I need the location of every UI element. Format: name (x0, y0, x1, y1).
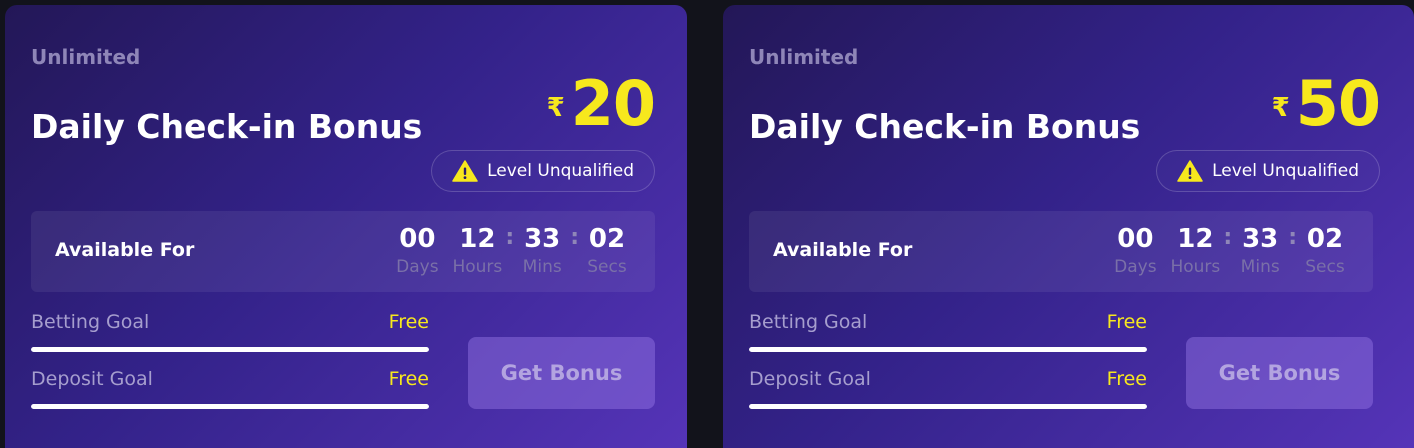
availability-panel: Available For 00 Days 12 Hours : 33 Mins… (749, 211, 1373, 292)
timer-hours-value: 12 (1177, 224, 1214, 254)
deposit-goal-progress-bar (31, 404, 429, 409)
timer-secs: 02 Secs (581, 225, 633, 277)
betting-goal-progress-fill (31, 347, 429, 352)
currency-symbol: ₹ (546, 93, 565, 123)
betting-goal-value: Free (1106, 311, 1147, 333)
countdown-timer: 00 Days 12 Hours : 33 Mins : 02 Secs (1109, 225, 1351, 277)
bonus-title: Daily Check-in Bonus (31, 107, 423, 146)
currency-symbol: ₹ (1271, 93, 1290, 123)
deposit-goal-label: Deposit Goal (749, 368, 871, 390)
betting-goal-label: Betting Goal (749, 311, 868, 333)
betting-goal-value: Free (388, 311, 429, 333)
timer-mins-label: Mins (522, 256, 562, 277)
timer-mins: 33 Mins (516, 225, 568, 277)
deposit-goal-progress-fill (749, 404, 1147, 409)
timer-secs-value: 02 (588, 224, 626, 254)
qualification-badge: Level Unqualified (431, 150, 655, 192)
bonus-tag: Unlimited (749, 45, 859, 69)
bonus-card: Unlimited Daily Check-in Bonus ₹ 20 Leve… (5, 5, 687, 448)
qualification-text: Level Unqualified (487, 161, 634, 181)
amount-value: 50 (1295, 67, 1381, 140)
deposit-goal: Deposit Goal Free (749, 366, 1147, 409)
betting-goal-label: Betting Goal (31, 311, 150, 333)
get-bonus-button[interactable]: Get Bonus (1186, 337, 1373, 409)
timer-hours-value: 12 (459, 224, 496, 254)
deposit-goal-value: Free (388, 368, 429, 390)
betting-goal-progress-bar (31, 347, 429, 352)
timer-separator: : (505, 225, 515, 250)
timer-hours: 12 Hours (1169, 225, 1221, 277)
amount-value: 20 (570, 67, 656, 140)
timer-separator: : (1223, 225, 1233, 250)
timer-secs-value: 02 (1306, 224, 1344, 254)
timer-days-value: 00 (1117, 224, 1154, 254)
timer-mins: 33 Mins (1234, 225, 1286, 277)
timer-mins-value: 33 (1242, 224, 1279, 254)
betting-goal: Betting Goal Free (749, 309, 1147, 352)
timer-mins-label: Mins (1240, 256, 1280, 277)
get-bonus-button[interactable]: Get Bonus (468, 337, 655, 409)
timer-hours-label: Hours (452, 256, 503, 277)
timer-secs-label: Secs (1305, 256, 1345, 277)
betting-goal: Betting Goal Free (31, 309, 429, 352)
available-for-label: Available For (773, 239, 913, 261)
timer-days-value: 00 (399, 224, 436, 254)
timer-hours-label: Hours (1170, 256, 1221, 277)
timer-days-label: Days (1114, 256, 1157, 277)
deposit-goal: Deposit Goal Free (31, 366, 429, 409)
timer-separator: : (570, 225, 579, 250)
available-for-label: Available For (55, 239, 195, 261)
betting-goal-progress-bar (749, 347, 1147, 352)
warning-icon (452, 160, 478, 182)
qualification-text: Level Unqualified (1212, 161, 1359, 181)
warning-icon (1177, 160, 1203, 182)
deposit-goal-value: Free (1106, 368, 1147, 390)
timer-secs-label: Secs (587, 256, 627, 277)
timer-secs: 02 Secs (1299, 225, 1351, 277)
timer-separator: : (1288, 225, 1297, 250)
timer-mins-value: 33 (524, 224, 561, 254)
deposit-goal-label: Deposit Goal (31, 368, 153, 390)
bonus-title: Daily Check-in Bonus (749, 107, 1141, 146)
countdown-timer: 00 Days 12 Hours : 33 Mins : 02 Secs (391, 225, 633, 277)
betting-goal-progress-fill (749, 347, 1147, 352)
bonus-tag: Unlimited (31, 45, 141, 69)
timer-hours: 12 Hours (451, 225, 503, 277)
bonus-card: Unlimited Daily Check-in Bonus ₹ 50 Leve… (723, 5, 1414, 448)
deposit-goal-progress-fill (31, 404, 429, 409)
bonus-amount: ₹ 20 (546, 67, 656, 140)
timer-days: 00 Days (391, 225, 443, 277)
deposit-goal-progress-bar (749, 404, 1147, 409)
availability-panel: Available For 00 Days 12 Hours : 33 Mins… (31, 211, 655, 292)
timer-days-label: Days (396, 256, 439, 277)
qualification-badge: Level Unqualified (1156, 150, 1380, 192)
bonus-cards-container: Unlimited Daily Check-in Bonus ₹ 20 Leve… (0, 0, 1414, 448)
bonus-amount: ₹ 50 (1271, 67, 1381, 140)
timer-days: 00 Days (1109, 225, 1161, 277)
